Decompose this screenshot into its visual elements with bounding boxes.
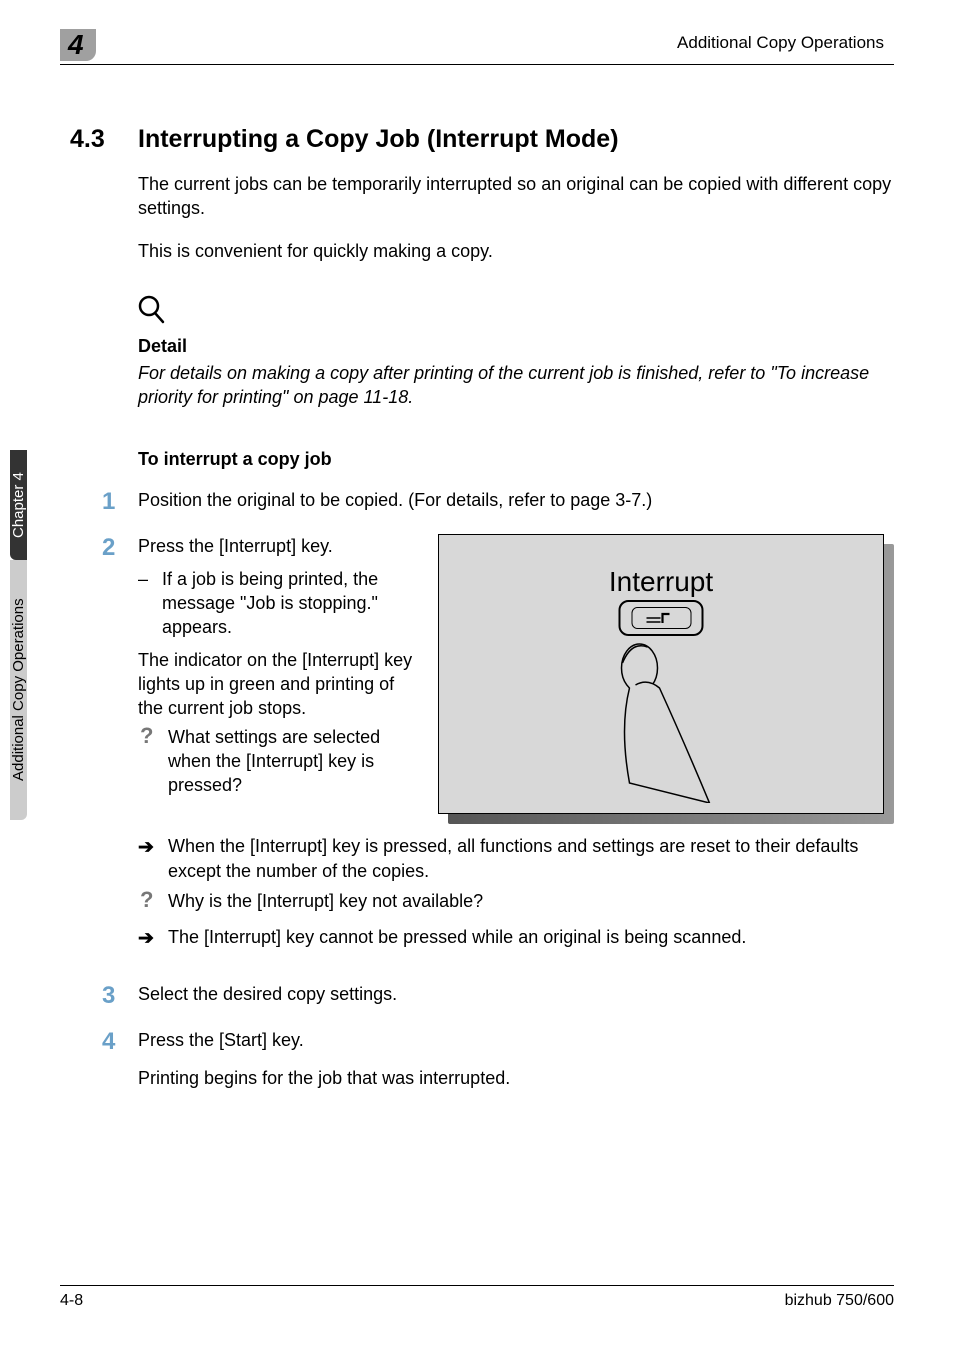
side-tab-section: Additional Copy Operations [10,560,27,820]
step-text: Press the [Start] key. [138,1028,894,1052]
step2-a1: When the [Interrupt] key is pressed, all… [168,834,894,883]
page-number: 4-8 [60,1292,83,1310]
step-number: 1 [102,488,138,516]
chapter-number: 4 [68,29,84,61]
finger-icon [590,633,720,809]
step-text: Position the original to be copied. (For… [138,488,894,516]
step4-after: Printing begins for the job that was int… [138,1066,894,1090]
footer-model: bizhub 750/600 [785,1292,894,1310]
svg-text:?: ? [140,725,153,748]
section-heading: 4.3 Interrupting a Copy Job (Interrupt M… [70,125,894,154]
interrupt-key-icon [619,600,704,636]
step-number: 3 [102,982,138,1010]
step-row: 2 Press the [Interrupt] key. – If a job … [102,534,894,952]
question-icon: ? [138,725,168,798]
side-tab-chapter: Chapter 4 [10,450,27,560]
step-row: 1 Position the original to be copied. (F… [102,488,894,516]
intro-paragraph-1: The current jobs can be temporarily inte… [138,172,894,221]
interrupt-illustration: Interrupt [438,534,894,824]
arrow-icon: ➔ [138,834,168,883]
step2-a2: The [Interrupt] key cannot be pressed wh… [168,925,746,952]
svg-text:?: ? [140,889,153,912]
arrow-icon: ➔ [138,925,168,952]
step-number: 2 [102,534,138,952]
step-text: Press the [Interrupt] key. [138,534,418,558]
illustration-label: Interrupt [439,563,883,601]
question-icon: ? [138,889,168,921]
running-title: Additional Copy Operations [677,33,884,53]
detail-text: For details on making a copy after print… [138,361,894,410]
step-text: Select the desired copy settings. [138,982,894,1010]
page-footer: 4-8 bizhub 750/600 [60,1285,894,1310]
step-number: 4 [102,1028,138,1091]
intro-paragraph-2: This is convenient for quickly making a … [138,239,894,263]
step2-after: The indicator on the [Interrupt] key lig… [138,648,418,721]
step-row: 4 Press the [Start] key. Printing begins… [102,1028,894,1091]
section-title: Interrupting a Copy Job (Interrupt Mode) [138,125,619,154]
magnifier-icon [138,295,894,330]
page-header: 4 Additional Copy Operations [60,35,894,65]
step2-q1: What settings are selected when the [Int… [168,725,418,798]
procedure-heading: To interrupt a copy job [138,449,894,470]
detail-heading: Detail [138,336,894,357]
side-tab: Chapter 4 Additional Copy Operations [10,450,48,820]
dash-bullet: – [138,567,162,640]
step2-q2: Why is the [Interrupt] key not available… [168,889,483,921]
step2-bullet: If a job is being printed, the message "… [162,567,418,640]
step-row: 3 Select the desired copy settings. [102,982,894,1010]
section-number: 4.3 [70,125,138,154]
